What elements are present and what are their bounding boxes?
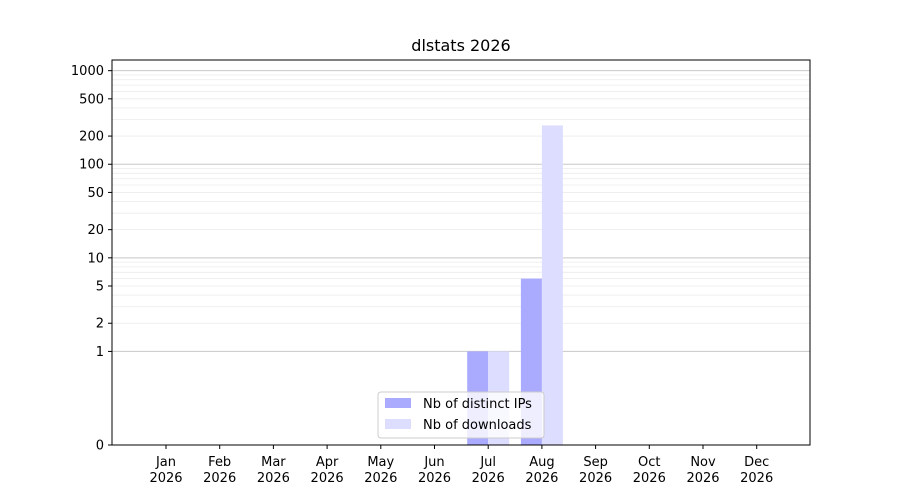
x-tick-label: Sep	[583, 455, 608, 470]
x-tick-label: 2026	[579, 471, 612, 486]
chart-title: dlstats 2026	[411, 36, 510, 55]
x-tick-label: 2026	[149, 471, 182, 486]
x-tick-label: 2026	[203, 471, 236, 486]
legend-label-downloads: Nb of downloads	[423, 418, 532, 433]
y-tick-label: 1000	[71, 64, 104, 79]
y-tick-label: 5	[96, 280, 104, 295]
x-tick-label: Apr	[316, 455, 339, 470]
legend-label-distinct-ips: Nb of distinct IPs	[423, 397, 532, 412]
plot-frame	[111, 59, 811, 446]
x-tick-label: Jan	[155, 455, 176, 470]
x-tick-label: Aug	[529, 455, 554, 470]
x-tick-label: Mar	[261, 455, 286, 470]
y-tick-label: 2	[96, 317, 104, 332]
x-tick-label: 2026	[525, 471, 558, 486]
x-tick-label: Dec	[744, 455, 769, 470]
y-tick-label: 20	[87, 223, 104, 238]
legend-swatch-downloads	[385, 419, 411, 429]
x-tick-label: Jul	[479, 455, 496, 470]
x-tick-label: 2026	[633, 471, 666, 486]
grid-layer	[112, 70, 810, 352]
x-tick-label: 2026	[472, 471, 505, 486]
x-tick-label: 2026	[418, 471, 451, 486]
x-tick-label: Jun	[423, 455, 444, 470]
x-tick-label: Oct	[638, 455, 660, 470]
y-tick-label: 10	[87, 251, 104, 266]
y-tick-label: 200	[79, 130, 104, 145]
legend: Nb of distinct IPs Nb of downloads	[377, 391, 545, 439]
x-tick-label: 2026	[740, 471, 773, 486]
y-tick-label: 50	[87, 186, 104, 201]
x-tick-label: May	[367, 455, 394, 470]
y-tick-label: 100	[79, 158, 104, 173]
y-tick-label: 1	[96, 345, 104, 360]
x-tick-label: 2026	[686, 471, 719, 486]
bar-downloads	[541, 125, 563, 445]
x-tick-label: 2026	[364, 471, 397, 486]
x-tick-label: Nov	[690, 455, 716, 470]
chart: 01251020501002005001000Jan2026Feb2026Mar…	[71, 36, 811, 486]
legend-swatch-distinct-ips	[385, 398, 411, 408]
x-tick-label: 2026	[257, 471, 290, 486]
y-tick-label: 500	[79, 92, 104, 107]
x-tick-label: Feb	[208, 455, 231, 470]
y-tick-label: 0	[96, 439, 104, 454]
x-tick-label: 2026	[311, 471, 344, 486]
